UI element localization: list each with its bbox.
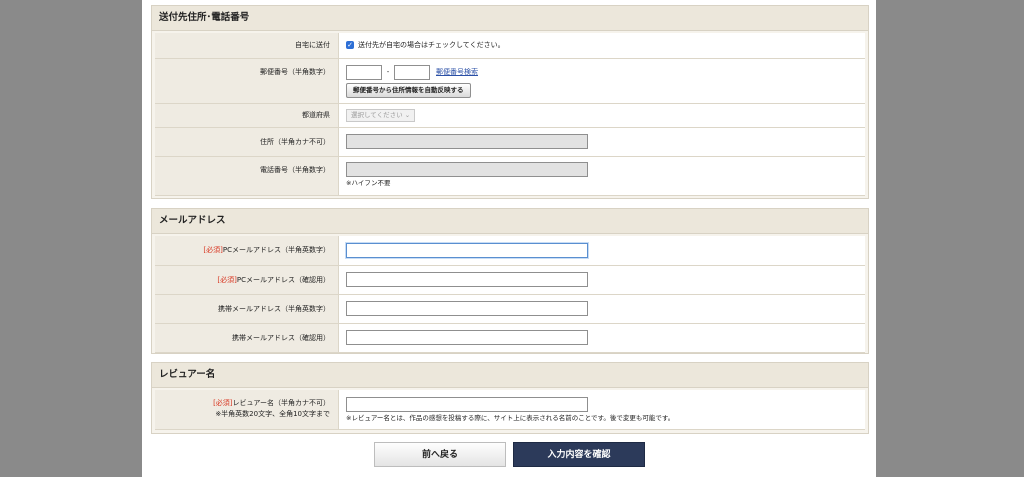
phone-label: 電話番号（半角数字） [155,156,339,196]
home-checkbox[interactable]: ✓ [346,41,354,50]
reviewer-name-input[interactable] [346,396,588,412]
phone-row: 電話番号（半角数字） ※ハイフン不要 [155,156,865,196]
reviewer-table: [必須]レビュアー名（半角カナ不可） ※半角英数20文字、全角10文字まで ※レ… [155,390,865,430]
home-row: 自宅に送付 ✓ 送付先が自宅の場合はチェックしてください。 [155,33,865,59]
email-section: メールアドレス [必須]PCメールアドレス（半角英数字） [必須]PCメールアド… [151,208,869,354]
pc-email-label: [必須]PCメールアドレス（半角英数字） [155,236,339,266]
mobile-email-label: 携帯メールアドレス（半角英数字） [155,294,339,324]
required-tag: [必須] [213,399,233,408]
reviewer-row: [必須]レビュアー名（半角カナ不可） ※半角英数20文字、全角10文字まで ※レ… [155,390,865,430]
prefecture-row: 都道府県 選択してください ⌄ [155,103,865,128]
mobile-email-confirm-label: 携帯メールアドレス（確認用） [155,323,339,353]
pc-email-input[interactable] [346,242,588,258]
chevron-down-icon: ⌄ [404,110,411,119]
postal-label: 郵便番号（半角数字） [155,58,339,104]
form-page: 送付先住所･電話番号 自宅に送付 ✓ 送付先が自宅の場合はチェックしてください。 … [142,0,876,477]
pc-email-row: [必須]PCメールアドレス（半角英数字） [155,236,865,266]
shipping-table: 自宅に送付 ✓ 送付先が自宅の場合はチェックしてください。 郵便番号（半角数字） … [155,33,865,196]
prefecture-select-value: 選択してください [351,110,403,119]
prefecture-label: 都道府県 [155,103,339,128]
address-row: 住所（半角カナ不可） [155,127,865,157]
postal-code-first-input[interactable] [346,64,382,80]
email-table: [必須]PCメールアドレス（半角英数字） [必須]PCメールアドレス（確認用） … [155,236,865,353]
mobile-email-confirm-row: 携帯メールアドレス（確認用） [155,323,865,353]
mobile-email-row: 携帯メールアドレス（半角英数字） [155,294,865,324]
back-button[interactable]: 前へ戻る [374,442,506,467]
address-label: 住所（半角カナ不可） [155,127,339,157]
reviewer-label-note: ※半角英数20文字、全角10文字まで [215,410,330,419]
pc-email-confirm-row: [必須]PCメールアドレス（確認用） [155,265,865,295]
mobile-email-input[interactable] [346,301,588,316]
postal-autofill-button[interactable]: 郵便番号から住所情報を自動反映する [346,82,471,98]
shipping-section: 送付先住所･電話番号 自宅に送付 ✓ 送付先が自宅の場合はチェックしてください。 … [151,5,869,199]
reviewer-label-text: レビュアー名（半角カナ不可） [232,399,330,408]
postal-search-link[interactable]: 郵便番号検索 [436,68,478,76]
reviewer-label: [必須]レビュアー名（半角カナ不可） ※半角英数20文字、全角10文字まで [155,390,339,430]
prefecture-select[interactable]: 選択してください ⌄ [346,108,416,122]
required-tag: [必須] [203,246,223,255]
required-tag: [必須] [217,275,237,284]
phone-note: ※ハイフン不要 [346,178,391,187]
pc-email-confirm-label-text: PCメールアドレス（確認用） [236,275,330,284]
pc-email-confirm-input[interactable] [346,272,588,287]
email-section-title: メールアドレス [152,209,868,234]
reviewer-section-title: レビュアー名 [152,363,868,388]
pc-email-label-text: PCメールアドレス（半角英数字） [222,246,330,255]
address-input[interactable] [346,134,588,149]
mobile-email-confirm-input[interactable] [346,330,588,345]
pc-email-confirm-label: [必須]PCメールアドレス（確認用） [155,265,339,295]
postal-code-second-input[interactable] [394,64,430,80]
postal-row: 郵便番号（半角数字） - 郵便番号検索 郵便番号から住所情報を自動反映する [155,58,865,104]
home-label: 自宅に送付 [155,33,339,59]
shipping-section-title: 送付先住所･電話番号 [152,6,868,31]
postal-dash: - [386,68,390,76]
reviewer-section: レビュアー名 [必須]レビュアー名（半角カナ不可） ※半角英数20文字、全角10… [151,362,869,434]
reviewer-note: ※レビュアー名とは、作品の感想を投稿する際に、サイト上に表示される名前のことです… [346,413,675,422]
confirm-button[interactable]: 入力内容を確認 [513,442,645,467]
home-checkbox-text: 送付先が自宅の場合はチェックしてください。 [358,41,505,50]
phone-input[interactable] [346,161,588,177]
